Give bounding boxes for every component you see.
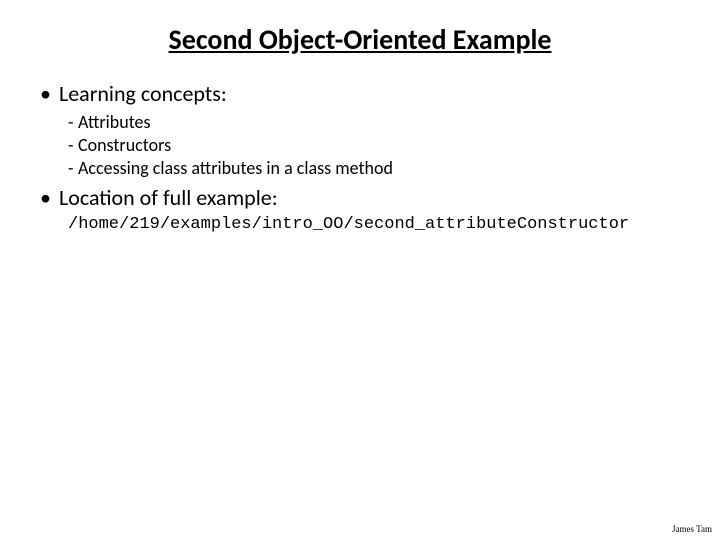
bullet-learning-concepts: • Learning concepts: [40,81,680,107]
bullet-dot-icon: • [40,185,51,211]
sub-item-text: Accessing class attributes in a class me… [78,157,393,179]
dash-icon: - [68,111,78,133]
code-path: /home/219/examples/intro_OO/second_attri… [68,215,680,234]
list-item: - Constructors [68,134,680,156]
bullet-label: Location of full example: [59,185,278,211]
bullet-location: • Location of full example: [40,185,680,211]
slide-container: Second Object-Oriented Example • Learnin… [0,0,720,234]
bullet-dot-icon: • [40,81,51,107]
dash-icon: - [68,134,78,156]
sub-list-concepts: - Attributes - Constructors - Accessing … [68,111,680,179]
dash-icon: - [68,157,78,179]
list-item: - Attributes [68,111,680,133]
bullet-label: Learning concepts: [59,81,227,107]
slide-title: Second Object-Oriented Example [40,22,680,57]
sub-item-text: Attributes [78,111,151,133]
sub-item-text: Constructors [78,134,171,156]
footer-author: James Tam [672,524,712,534]
list-item: - Accessing class attributes in a class … [68,157,680,179]
